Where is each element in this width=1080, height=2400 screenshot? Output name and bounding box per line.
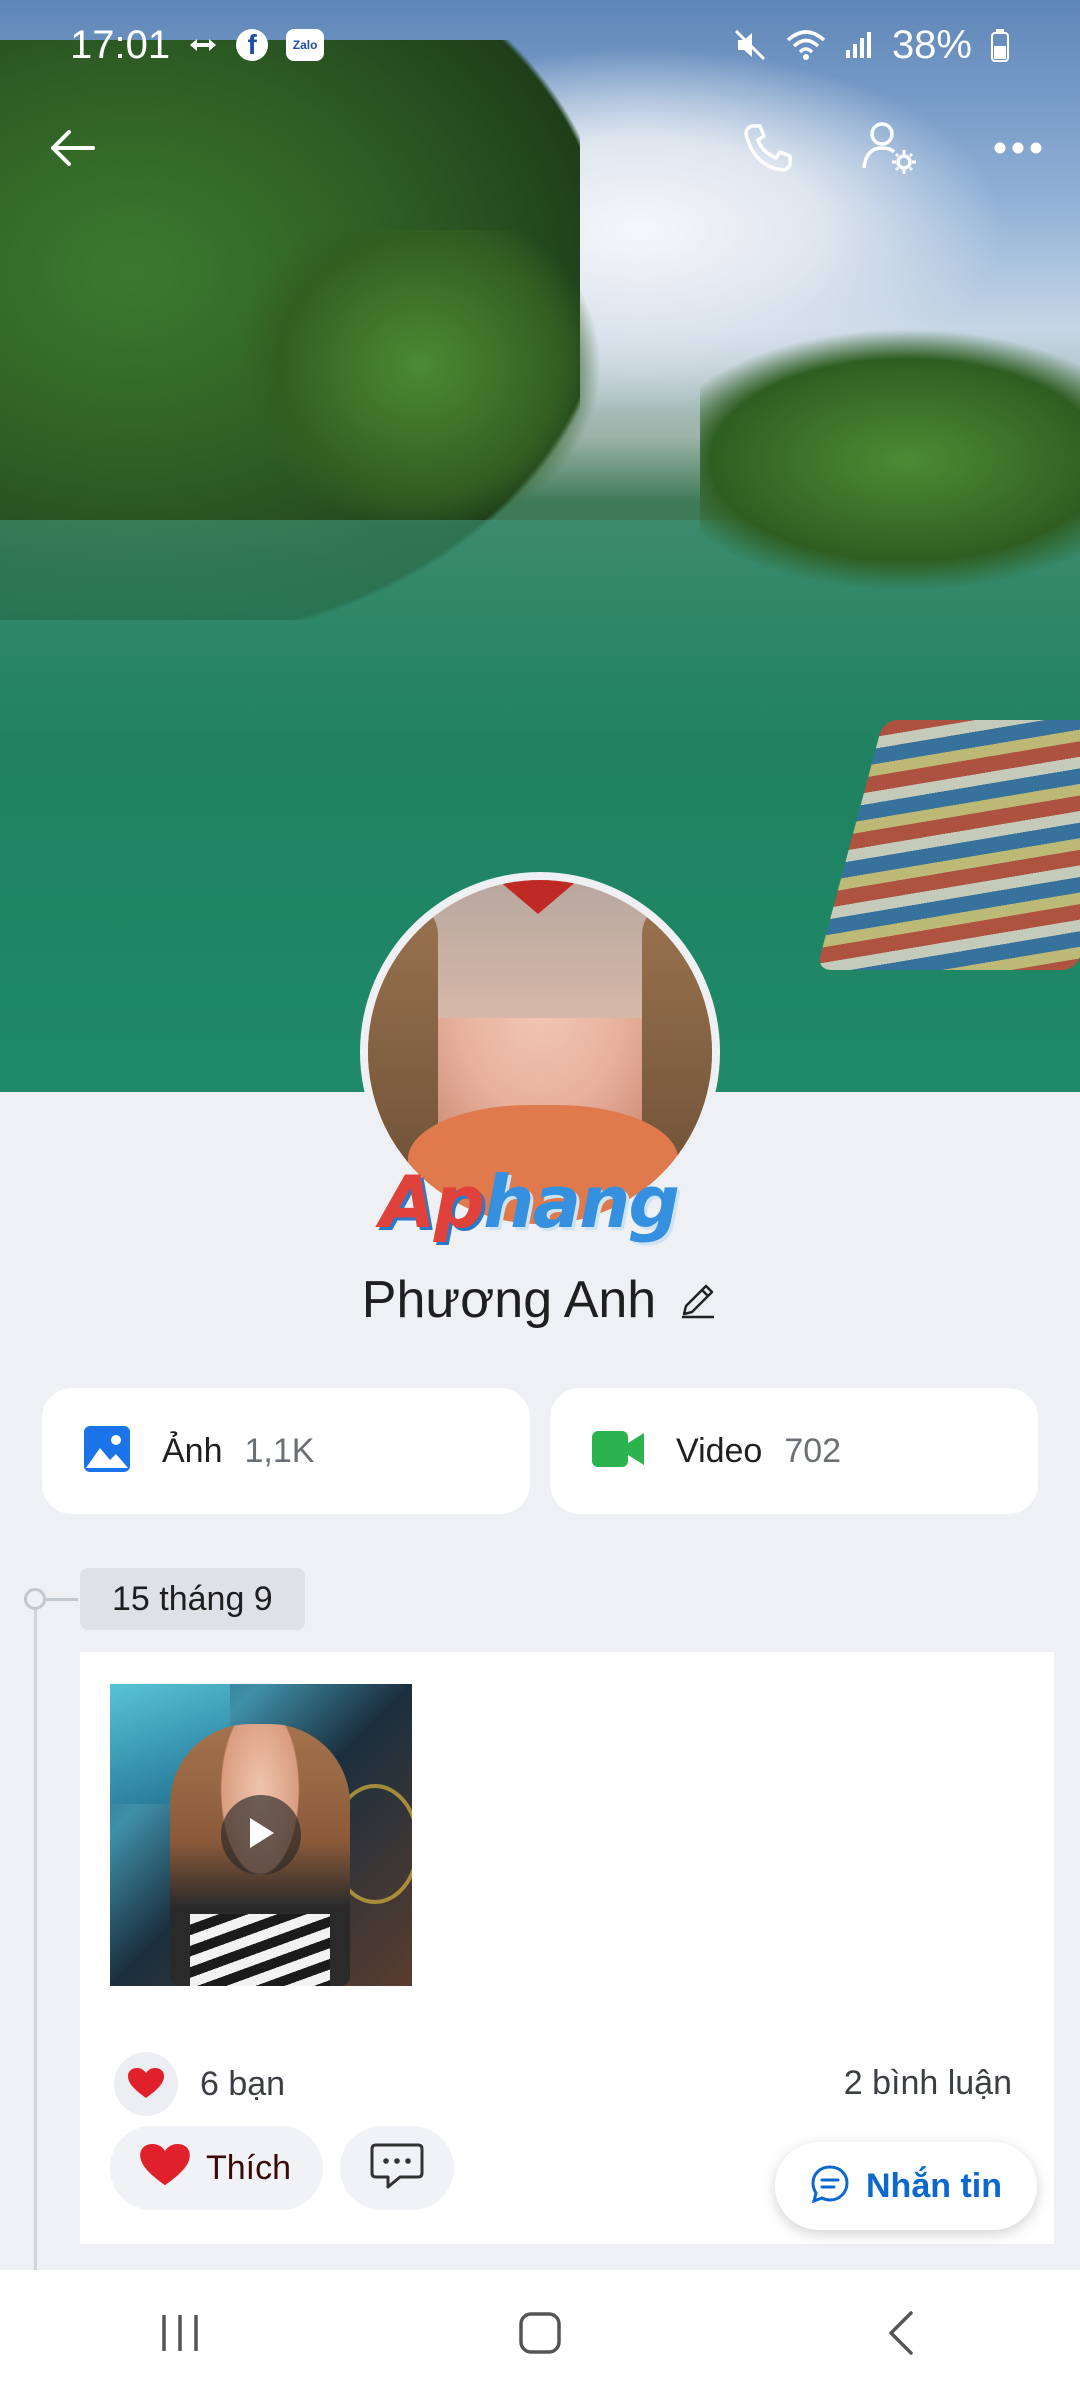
- more-icon: [993, 141, 1043, 160]
- watermark-left: Ap: [380, 1160, 485, 1244]
- like-button[interactable]: Thích: [110, 2126, 324, 2210]
- play-button[interactable]: [221, 1795, 301, 1875]
- battery-percent: 38%: [891, 22, 972, 67]
- home-button[interactable]: [480, 2285, 600, 2385]
- message-label: Nhắn tin: [866, 2166, 1002, 2205]
- battery-icon: [990, 28, 1010, 62]
- thumbnail-clothing: [190, 1914, 330, 1986]
- comment-count[interactable]: 2 bình luận: [844, 2064, 1012, 2103]
- chat-icon: [810, 2164, 850, 2209]
- photos-label: Ảnh: [162, 1431, 223, 1470]
- photos-count: 1,1K: [244, 1431, 315, 1470]
- comment-bubble-icon: [370, 2141, 424, 2196]
- system-nav-bar: [0, 2270, 1080, 2400]
- profile-settings-icon: [860, 118, 920, 183]
- photos-card[interactable]: Ảnh 1,1K: [42, 1388, 530, 1514]
- back-button[interactable]: [32, 110, 112, 190]
- like-label: Thích: [206, 2148, 292, 2187]
- photo-icon: [82, 1424, 132, 1479]
- signal-icon: [844, 30, 874, 60]
- system-back-button[interactable]: [840, 2285, 960, 2385]
- timeline-line: [34, 1600, 37, 2280]
- comment-button[interactable]: [340, 2126, 454, 2210]
- facebook-icon: f: [236, 29, 269, 61]
- cover-cliff-right: [700, 330, 1080, 590]
- video-thumbnail[interactable]: [110, 1684, 412, 1986]
- recent-apps-icon: [158, 2313, 202, 2358]
- chevron-left-icon: [885, 2309, 915, 2362]
- timeline-dot: [24, 1588, 46, 1610]
- home-icon: [518, 2311, 562, 2360]
- heart-icon: [140, 2143, 190, 2193]
- message-button[interactable]: Nhắn tin: [775, 2142, 1037, 2230]
- back-arrow-icon: [47, 128, 97, 173]
- cover-cliff-mid: [240, 230, 600, 530]
- mute-icon: [732, 27, 768, 63]
- timeline-tick: [46, 1598, 78, 1601]
- zalo-icon: Zalo: [286, 29, 325, 61]
- sync-arrows-icon: [188, 35, 218, 55]
- profile-settings-button[interactable]: [850, 110, 930, 190]
- profile-toolbar: [0, 110, 1080, 200]
- videos-label: Video: [676, 1431, 763, 1470]
- watermark-logo: Aphang: [380, 1160, 680, 1244]
- edit-pencil-icon[interactable]: [678, 1280, 718, 1320]
- wifi-icon: [786, 28, 826, 62]
- recent-apps-button[interactable]: [120, 2285, 240, 2385]
- videos-card[interactable]: Video 702: [550, 1388, 1038, 1514]
- watermark-right: hang: [483, 1160, 680, 1244]
- timeline-date: 15 tháng 9: [80, 1568, 305, 1630]
- play-icon: [246, 1816, 276, 1855]
- call-button[interactable]: [728, 110, 808, 190]
- status-bar: 17:01 f Zalo 38%: [0, 0, 1080, 90]
- reaction-summary[interactable]: 6 bạn: [114, 2052, 285, 2116]
- profile-name-row: Phương Anh: [0, 1270, 1080, 1330]
- status-time: 17:01: [70, 22, 171, 67]
- videos-count: 702: [784, 1431, 842, 1470]
- more-button[interactable]: [978, 110, 1058, 190]
- video-camera-icon: [590, 1427, 646, 1476]
- reaction-count: 6 bạn: [200, 2064, 286, 2103]
- phone-icon: [740, 120, 796, 181]
- profile-name: Phương Anh: [361, 1271, 657, 1329]
- heart-reaction-icon: [114, 2052, 178, 2116]
